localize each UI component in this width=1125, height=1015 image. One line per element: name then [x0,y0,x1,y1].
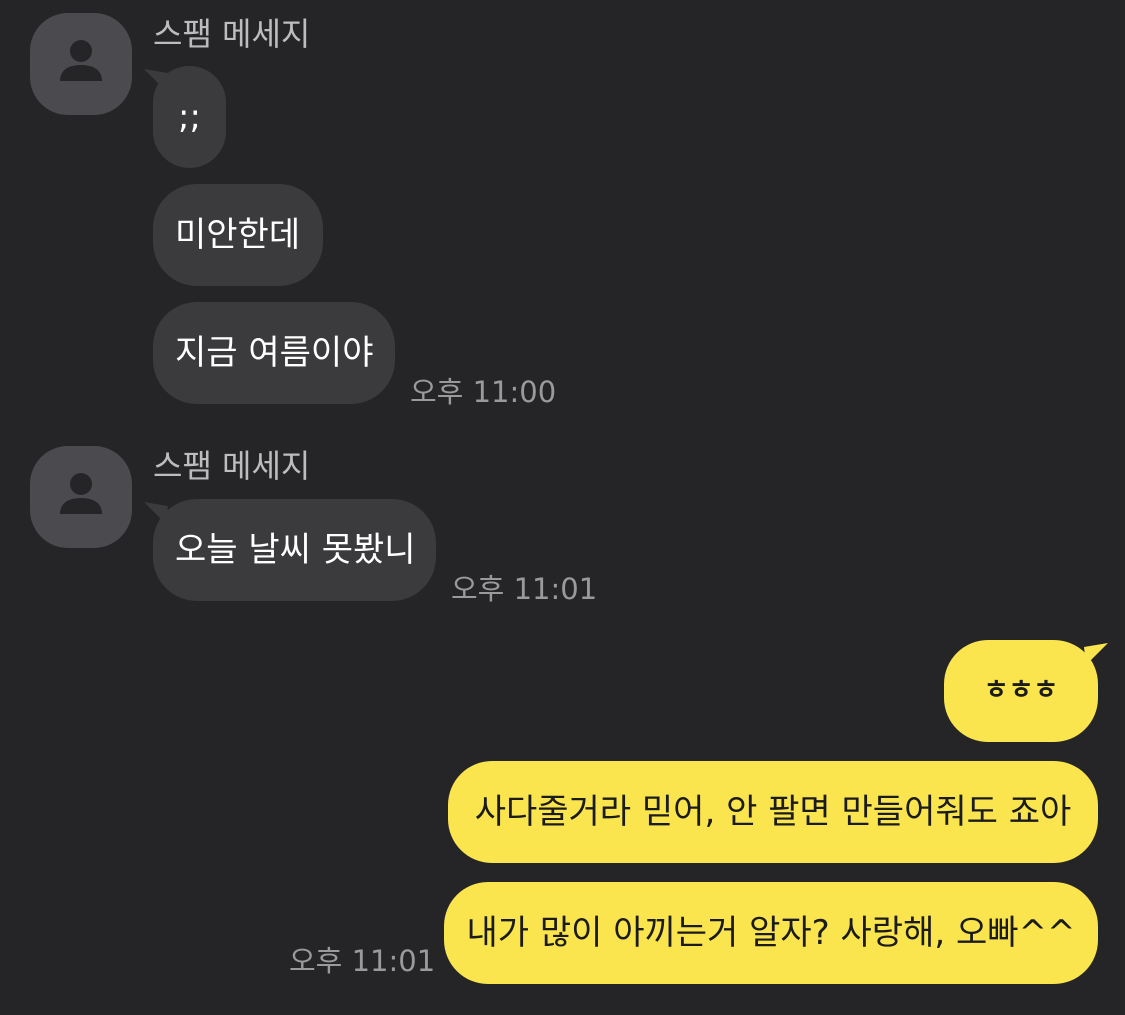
person-icon [60,40,102,81]
sender-name: 스팸 메세지 [153,447,311,485]
person-icon [60,473,102,514]
message-bubble[interactable]: 사다줄거라 믿어, 안 팔면 만들어줘도 죠아 [448,761,1098,863]
avatar[interactable] [30,13,132,115]
message-bubble[interactable]: ㅎㅎㅎ [944,640,1098,742]
avatar[interactable] [30,446,132,548]
message-bubble[interactable]: 내가 많이 아끼는거 알자? 사랑해, 오빠^^ [444,882,1098,984]
message-time: 오후 11:01 [289,944,436,978]
message-bubble[interactable]: 오늘 날씨 못봤니 [153,499,436,601]
message-bubble[interactable]: 미안한데 [153,184,323,286]
message-time: 오후 11:00 [410,375,557,409]
message-bubble[interactable]: 지금 여름이야 [153,302,395,404]
message-bubble[interactable]: ;; [153,66,226,168]
message-time: 오후 11:01 [451,572,598,606]
sender-name: 스팸 메세지 [153,15,311,53]
